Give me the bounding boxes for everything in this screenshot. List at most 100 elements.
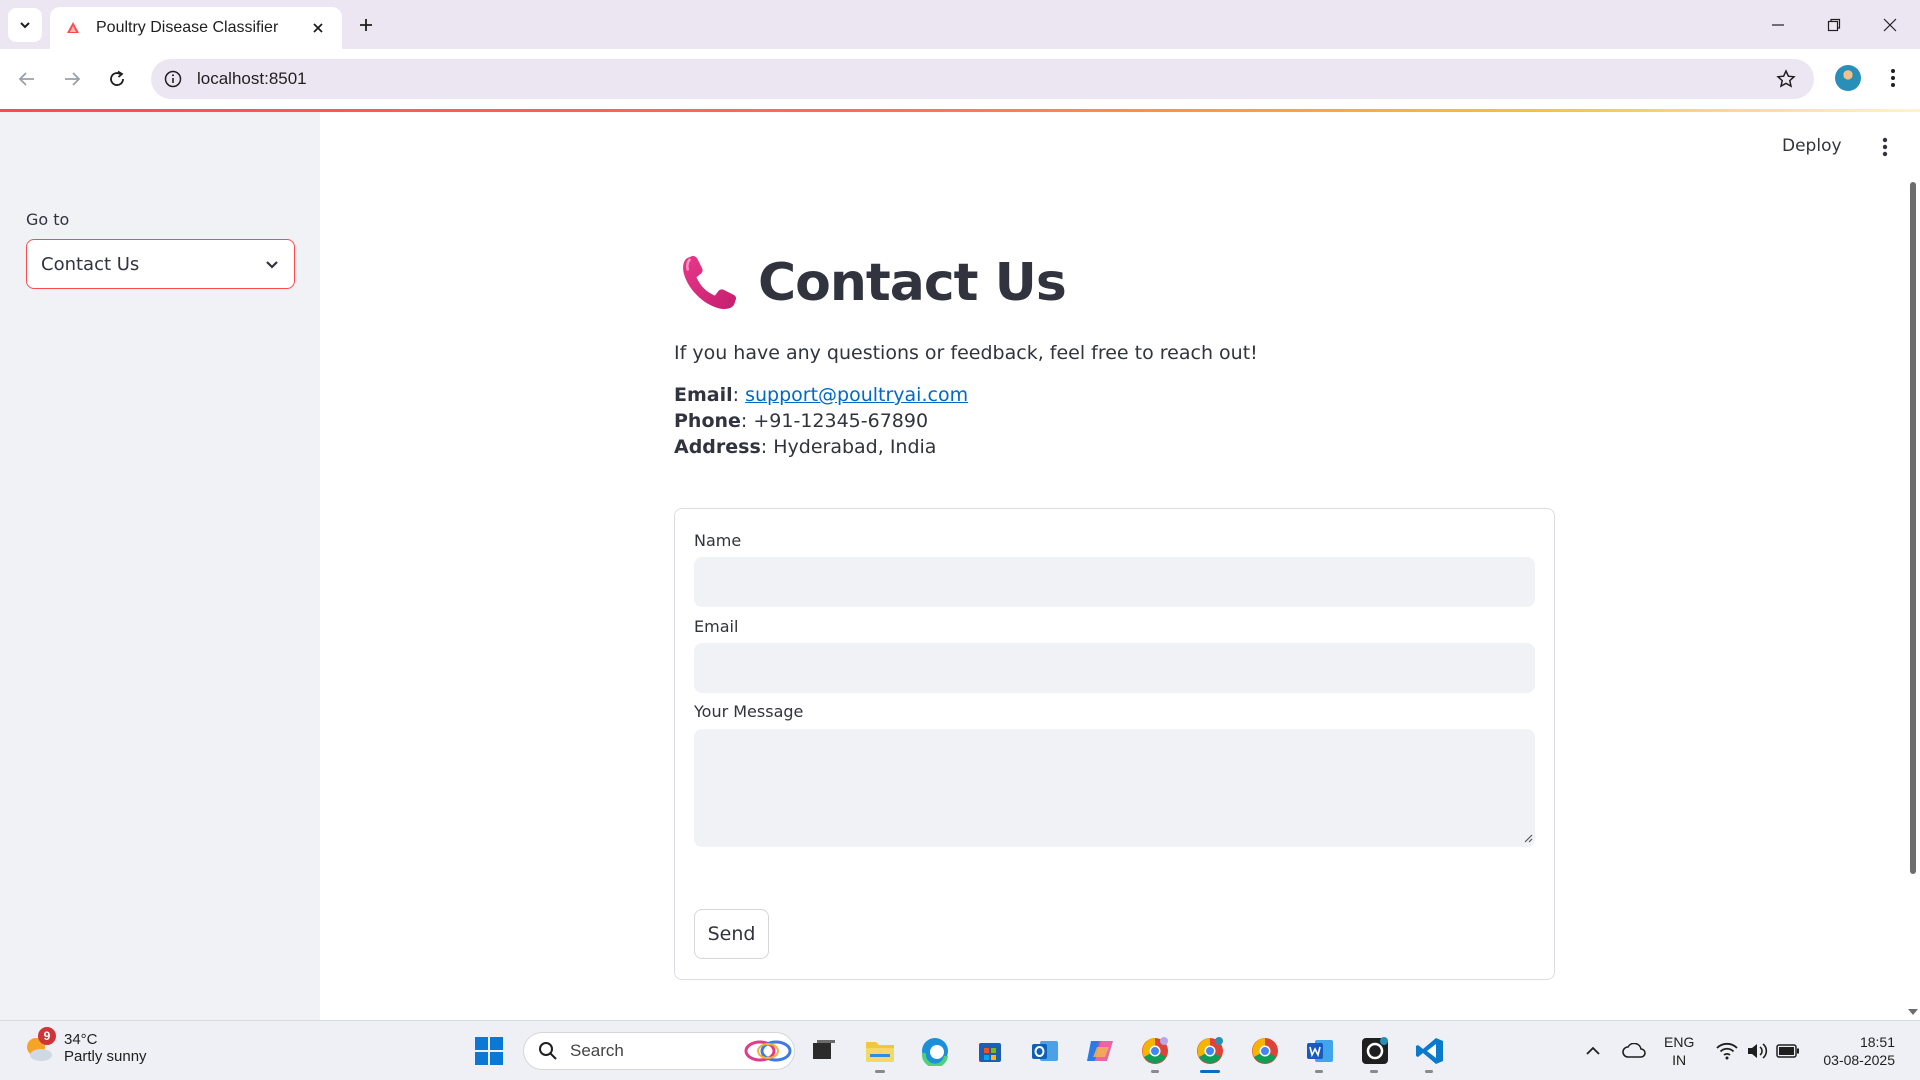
- minimize-window-button[interactable]: [1750, 0, 1806, 49]
- browser-tab-active[interactable]: Poultry Disease Classifier: [50, 7, 342, 49]
- taskbar-search-box[interactable]: Search: [523, 1032, 795, 1070]
- minimize-icon: [1772, 23, 1784, 26]
- running-indicator: [1315, 1070, 1323, 1073]
- reload-icon: [110, 70, 124, 86]
- task-view-icon[interactable]: [805, 1033, 841, 1069]
- contact-form: Name Email Your Message Send: [674, 508, 1555, 980]
- page-select-value: Contact Us: [41, 253, 140, 275]
- page-title-row: Contact Us: [678, 252, 1067, 314]
- address-info-value: Hyderabad, India: [773, 436, 937, 458]
- search-icon: [539, 1042, 557, 1060]
- wifi-icon[interactable]: [1714, 1021, 1740, 1080]
- resize-handle-icon[interactable]: [1523, 833, 1533, 843]
- address-bar[interactable]: localhost:8501: [151, 59, 1814, 99]
- tab-title: Poultry Disease Classifier: [96, 19, 279, 36]
- deploy-button[interactable]: Deploy: [1782, 136, 1842, 156]
- send-button[interactable]: Send: [694, 909, 769, 959]
- word-icon[interactable]: [1302, 1033, 1338, 1069]
- tab-search-button[interactable]: [8, 8, 42, 42]
- close-tab-icon[interactable]: [308, 18, 328, 38]
- chevron-down-icon: [266, 261, 278, 269]
- chevron-up-icon: [1586, 1046, 1600, 1055]
- url-text[interactable]: localhost:8501: [197, 69, 1774, 89]
- chrome-active-icon[interactable]: [1192, 1033, 1228, 1069]
- windows-taskbar: 9 34°C Partly sunny Search ENG IN 18:51 …: [0, 1020, 1920, 1080]
- chrome-profile-icon[interactable]: [1137, 1033, 1173, 1069]
- page-title: Contact Us: [758, 253, 1067, 313]
- system-clock[interactable]: 18:51 03-08-2025: [1815, 1033, 1895, 1069]
- plus-icon: [360, 19, 372, 31]
- running-indicator: [1425, 1070, 1433, 1073]
- streamlit-favicon-icon: [64, 19, 82, 37]
- taskbar-search-placeholder: Search: [570, 1041, 624, 1060]
- more-vertical-icon: [1882, 137, 1888, 157]
- running-indicator: [1151, 1070, 1159, 1073]
- page-select-dropdown[interactable]: Contact Us: [26, 239, 295, 289]
- language-code: ENG: [1664, 1034, 1695, 1050]
- sidebar-goto-label: Go to: [26, 210, 70, 229]
- site-info-icon[interactable]: [163, 69, 183, 89]
- intro-text: If you have any questions or feedback, f…: [674, 342, 1258, 364]
- outlook-icon[interactable]: [1027, 1033, 1063, 1069]
- browser-menu-button[interactable]: [1880, 63, 1906, 93]
- region-code: IN: [1672, 1052, 1687, 1068]
- restore-icon: [1827, 18, 1841, 31]
- message-field-label: Your Message: [694, 702, 804, 721]
- close-icon: [1883, 18, 1897, 31]
- microsoft-store-icon[interactable]: [972, 1033, 1008, 1069]
- restore-window-button[interactable]: [1806, 0, 1862, 49]
- clock-time: 18:51: [1859, 1034, 1895, 1050]
- bookmark-star-icon[interactable]: [1774, 67, 1798, 91]
- weather-badge: 9: [38, 1027, 56, 1045]
- email-input[interactable]: [694, 643, 1535, 693]
- email-info-label: Email: [674, 384, 733, 406]
- show-hidden-icons-button[interactable]: [1580, 1021, 1606, 1080]
- phone-info-value: +91-12345-67890: [753, 410, 929, 432]
- copilot-icon[interactable]: [1082, 1033, 1118, 1069]
- sidebar: Go to Contact Us: [0, 112, 320, 1020]
- browser-toolbar: localhost:8501: [0, 49, 1920, 110]
- address-info-line: Address: Hyderabad, India: [674, 436, 937, 458]
- arrow-right-icon: [65, 72, 81, 86]
- running-indicator: [875, 1070, 885, 1073]
- scroll-down-arrow-icon[interactable]: [1907, 1007, 1919, 1017]
- windows-start-icon[interactable]: [471, 1033, 507, 1069]
- back-button[interactable]: [9, 61, 45, 97]
- phone-info-label: Phone: [674, 410, 741, 432]
- more-vertical-icon: [1891, 69, 1895, 87]
- name-input[interactable]: [694, 557, 1535, 607]
- close-window-button[interactable]: [1862, 0, 1918, 49]
- message-textarea[interactable]: [694, 729, 1535, 847]
- address-info-label: Address: [674, 436, 761, 458]
- volume-icon[interactable]: [1744, 1021, 1770, 1080]
- name-field-label: Name: [694, 531, 742, 550]
- main-content: Deploy Contact Us If you have any questi…: [320, 112, 1920, 1020]
- page-scrollbar[interactable]: [1910, 182, 1916, 874]
- weather-widget[interactable]: 9 34°C Partly sunny: [22, 1027, 147, 1065]
- partly-sunny-icon: 9: [22, 1027, 56, 1065]
- email-info-line: Email: support@poultryai.com: [674, 384, 969, 406]
- vscode-icon[interactable]: [1412, 1033, 1448, 1069]
- search-highlight-icon: [744, 1040, 792, 1062]
- profile-avatar[interactable]: [1835, 65, 1861, 91]
- reload-button[interactable]: [99, 61, 135, 97]
- chrome-icon[interactable]: [1247, 1033, 1283, 1069]
- onedrive-icon[interactable]: [1618, 1021, 1650, 1080]
- support-email-link[interactable]: support@poultryai.com: [745, 384, 968, 406]
- github-desktop-icon[interactable]: [1357, 1033, 1393, 1069]
- new-tab-button[interactable]: [352, 11, 380, 39]
- browser-tab-strip: Poultry Disease Classifier: [0, 0, 1920, 49]
- running-indicator: [1370, 1070, 1378, 1073]
- app-menu-button[interactable]: [1873, 134, 1897, 160]
- phone-info-line: Phone: +91-12345-67890: [674, 410, 929, 432]
- telephone-receiver-icon: [683, 255, 737, 309]
- battery-icon[interactable]: [1774, 1021, 1802, 1080]
- file-explorer-icon[interactable]: [862, 1033, 898, 1069]
- edge-browser-icon[interactable]: [917, 1033, 953, 1069]
- chevron-down-icon: [20, 22, 30, 29]
- input-language-indicator[interactable]: ENG IN: [1664, 1033, 1694, 1069]
- clock-date: 03-08-2025: [1823, 1052, 1895, 1068]
- forward-button[interactable]: [54, 61, 90, 97]
- arrow-left-icon: [18, 72, 34, 86]
- weather-condition: Partly sunny: [64, 1048, 147, 1065]
